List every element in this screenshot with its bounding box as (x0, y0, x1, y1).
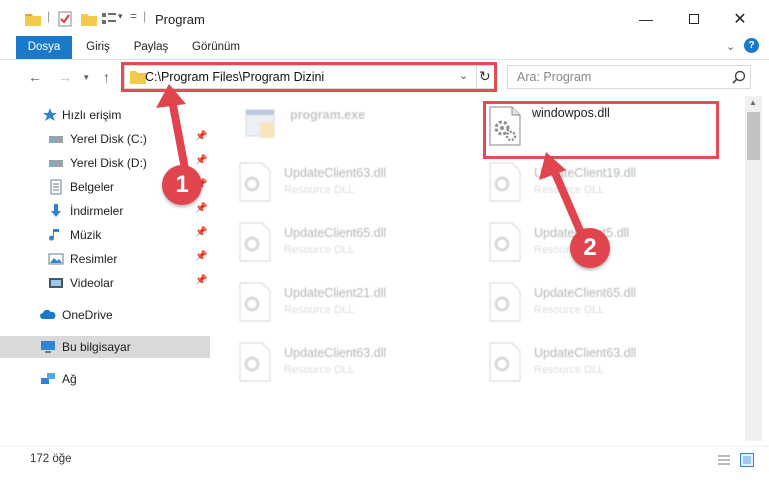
step-1-badge: 1 (162, 165, 202, 205)
step-2-badge: 2 (570, 228, 610, 268)
arrow-2-shaft (549, 164, 588, 244)
arrow-1-shaft (168, 96, 190, 178)
arrow-1-head (156, 84, 186, 108)
annotation-arrows (156, 84, 588, 244)
